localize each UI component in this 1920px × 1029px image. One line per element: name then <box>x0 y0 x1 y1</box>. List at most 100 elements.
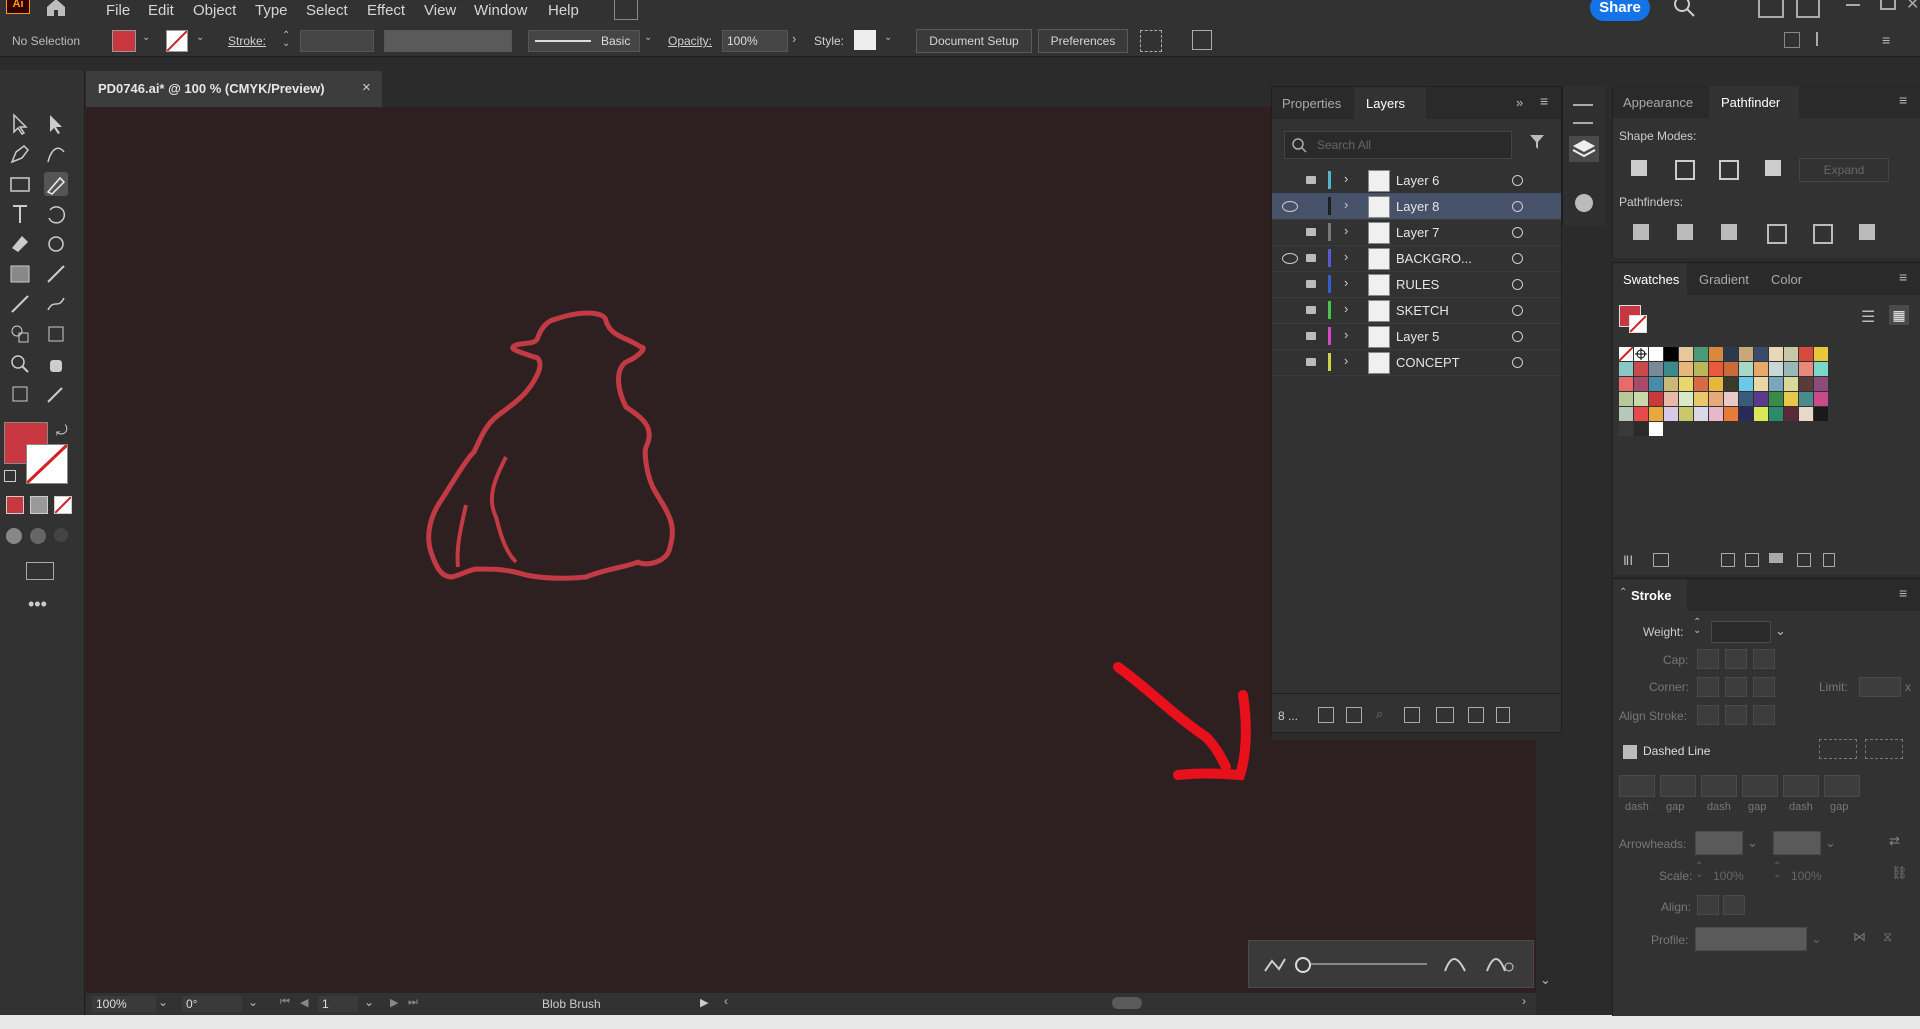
grid-view-icon[interactable]: ▦ <box>1889 305 1909 325</box>
horizontal-scrollbar-thumb[interactable] <box>1112 997 1142 1009</box>
swatch[interactable] <box>1649 377 1663 391</box>
gradient-tool-icon[interactable] <box>8 262 32 286</box>
tab-properties[interactable]: Properties <box>1282 96 1341 111</box>
tab-swatches[interactable]: Swatches <box>1623 272 1679 287</box>
rotate-tool-icon[interactable] <box>44 202 68 226</box>
minimize-icon[interactable] <box>1846 4 1860 6</box>
swatch-libraries-icon[interactable]: ⅡⅠ <box>1623 553 1633 569</box>
swatch[interactable] <box>1799 377 1813 391</box>
swatch[interactable] <box>1769 407 1783 421</box>
clipping-mask-icon[interactable] <box>1404 707 1420 723</box>
graphic-style-swatch[interactable] <box>854 30 876 50</box>
flip-along-icon[interactable]: ⋈ <box>1853 929 1866 945</box>
visibility-eye-icon[interactable] <box>1282 253 1298 264</box>
swatch[interactable] <box>1679 392 1693 406</box>
swatch[interactable] <box>1754 407 1768 421</box>
swatch[interactable] <box>1619 392 1633 406</box>
stroke-weight-field[interactable] <box>300 30 374 52</box>
layer-row[interactable]: › CONCEPT <box>1272 349 1561 376</box>
exclude-icon[interactable] <box>1765 160 1781 176</box>
expand-chevron-icon[interactable]: › <box>1344 171 1348 186</box>
menu-file[interactable]: File <box>106 2 130 19</box>
round-cap-icon[interactable] <box>1725 649 1747 669</box>
tab-layers[interactable]: Layers <box>1366 96 1405 111</box>
lock-icon[interactable] <box>1306 176 1316 184</box>
workspace-switcher-icon[interactable] <box>1758 0 1784 18</box>
default-colors-icon[interactable] <box>4 470 16 482</box>
direct-selection-tool-icon[interactable] <box>44 112 68 136</box>
swatch[interactable] <box>1619 422 1633 436</box>
swatch[interactable] <box>1694 362 1708 376</box>
layers-panel-icon[interactable] <box>1569 136 1599 162</box>
crop-icon[interactable] <box>1767 224 1787 244</box>
hand-tool-icon[interactable] <box>44 352 68 376</box>
swatch[interactable] <box>1634 392 1648 406</box>
swap-fill-stroke-icon[interactable]: ⤾ <box>56 422 68 439</box>
new-swatch-icon[interactable] <box>1797 553 1811 567</box>
expand-button[interactable]: Expand <box>1799 158 1889 182</box>
round-join-icon[interactable] <box>1725 677 1747 697</box>
dash-field[interactable] <box>1783 775 1819 797</box>
swatch[interactable] <box>1694 377 1708 391</box>
align-outside-icon[interactable] <box>1753 705 1775 725</box>
expand-chevron-icon[interactable]: › <box>1344 275 1348 290</box>
arrange-icon[interactable] <box>1784 32 1800 48</box>
lock-icon[interactable] <box>1306 254 1316 262</box>
swatch[interactable] <box>1709 362 1723 376</box>
swatch[interactable] <box>1618 346 1634 362</box>
smooth-curve-icon[interactable] <box>1263 955 1287 973</box>
swatch[interactable] <box>1709 392 1723 406</box>
type-tool-icon[interactable] <box>8 202 32 226</box>
previous-artboard-icon[interactable]: ◀ <box>300 996 308 1009</box>
arrow-place-icon[interactable] <box>1723 895 1745 915</box>
document-tab[interactable]: PD0746.ai* @ 100 % (CMYK/Preview) × <box>86 71 382 107</box>
opacity-field[interactable]: 100% <box>722 30 788 52</box>
swatch[interactable] <box>1709 407 1723 421</box>
artboard-number-field[interactable]: 1 <box>318 996 358 1012</box>
scroll-down-icon[interactable]: ⌄ <box>1540 972 1551 988</box>
properties-panel-icon[interactable] <box>1573 104 1593 124</box>
swatch[interactable] <box>1679 347 1693 361</box>
swatch[interactable] <box>1709 377 1723 391</box>
stroke-color-box[interactable] <box>25 443 69 485</box>
layer-row[interactable]: › RULES <box>1272 271 1561 298</box>
swatch[interactable] <box>1799 392 1813 406</box>
live-paint-tool-icon[interactable] <box>44 292 68 316</box>
zoom-tool-icon[interactable] <box>8 352 32 376</box>
target-circle-icon[interactable] <box>1512 305 1523 316</box>
layer-row[interactable]: › Layer 5 <box>1272 323 1561 350</box>
align-dashes-icon[interactable] <box>1865 739 1903 759</box>
swatch[interactable] <box>1814 362 1828 376</box>
new-color-group-icon[interactable] <box>1769 553 1783 563</box>
swatch[interactable] <box>1694 407 1708 421</box>
profile-dropdown-icon[interactable]: ⌄ <box>1811 931 1822 947</box>
layer-name[interactable]: Layer 8 <box>1396 199 1439 214</box>
export-selection-icon[interactable] <box>1346 707 1362 723</box>
end-scale-stepper[interactable]: ⌃ ⌄ <box>1773 862 1781 880</box>
swatch[interactable] <box>1799 362 1813 376</box>
home-icon[interactable] <box>44 0 68 18</box>
gap-field[interactable] <box>1824 775 1860 797</box>
lock-icon[interactable] <box>1306 332 1316 340</box>
swatch[interactable] <box>1739 347 1753 361</box>
start-scale-value[interactable]: 100% <box>1713 869 1744 883</box>
unite-icon[interactable] <box>1631 160 1647 176</box>
close-window-icon[interactable]: ✕ <box>1906 0 1919 14</box>
swatch[interactable] <box>1784 377 1798 391</box>
swatch[interactable] <box>1724 377 1738 391</box>
menu-type[interactable]: Type <box>255 2 288 19</box>
start-scale-stepper[interactable]: ⌃ ⌄ <box>1695 862 1703 880</box>
swatch[interactable] <box>1814 377 1828 391</box>
eyedropper-tool-icon[interactable] <box>8 292 32 316</box>
target-circle-icon[interactable] <box>1512 253 1523 264</box>
next-artboard-icon[interactable]: ▶ <box>390 996 398 1009</box>
draw-normal-icon[interactable] <box>6 528 22 544</box>
selection-tool-icon[interactable] <box>8 112 32 136</box>
layer-row[interactable]: › Layer 7 <box>1272 219 1561 246</box>
dash-field[interactable] <box>1701 775 1737 797</box>
layer-name[interactable]: RULES <box>1396 277 1439 292</box>
restore-icon[interactable] <box>1880 0 1896 10</box>
expand-chevron-icon[interactable]: › <box>1344 301 1348 316</box>
artboard-tool-icon[interactable] <box>8 382 32 406</box>
layer-row[interactable]: › SKETCH <box>1272 297 1561 324</box>
